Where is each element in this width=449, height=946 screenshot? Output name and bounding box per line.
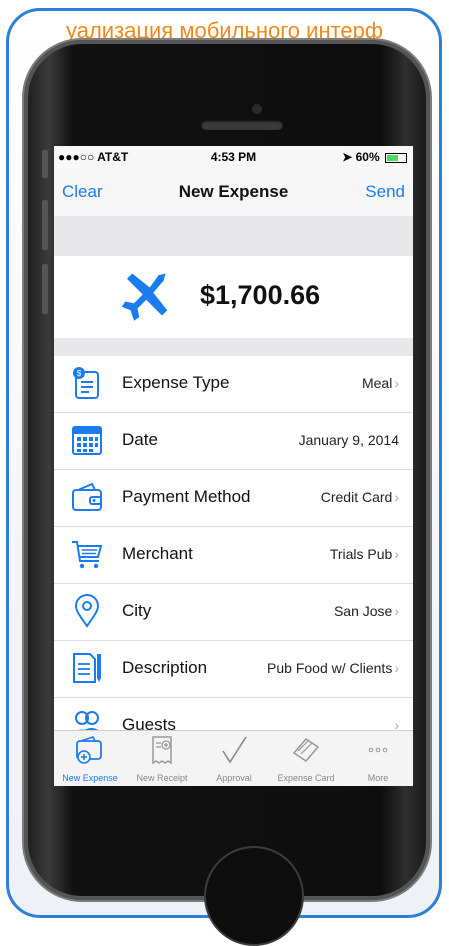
chevron-right-icon: › [394,489,399,505]
front-camera [252,104,262,114]
section-separator [54,338,413,356]
chevron-right-icon: › [394,603,399,619]
phone-screen: ●●●○○ AT&T 4:53 PM ➤ 60% Clear New Expen… [54,146,413,786]
row-value: Meal › [362,375,399,391]
battery-indicator: ➤ 60% [342,150,407,164]
row-payment-method[interactable]: Payment Method Credit Card › [54,470,413,527]
row-value: Credit Card › [321,489,399,505]
document-icon [73,653,101,683]
mute-switch [42,150,48,178]
tab-approval[interactable]: Approval [198,731,270,786]
cart-icon [72,541,103,569]
row-city[interactable]: City San Jose › [54,584,413,641]
location-pin-icon [74,594,100,628]
earpiece-speaker [201,120,283,130]
row-value: San Jose › [334,603,399,619]
send-button[interactable]: Send [365,182,405,202]
chevron-right-icon: › [394,546,399,562]
row-expense-type[interactable]: $ Expense Type Meal › [54,356,413,413]
wallet-icon [72,482,102,511]
section-separator [54,216,413,256]
row-label: City [122,601,152,620]
row-value: Trials Pub › [330,546,399,562]
battery-icon [385,152,407,163]
row-value-text: Trials Pub [329,546,393,562]
tab-label: More [367,773,389,783]
checkmark-icon [222,736,247,764]
more-icon [368,747,388,753]
row-label: Date [122,430,158,449]
page-title: New Expense [178,182,289,201]
tab-label: New Receipt [136,773,188,783]
svg-text:$: $ [77,369,82,378]
amount-row[interactable]: $1,700.66 [54,256,413,338]
wallet-add-icon [76,736,102,764]
airplane-icon [121,273,168,321]
row-label: Payment Method [122,487,251,506]
tab-more[interactable]: More [342,731,413,786]
tab-label: New Expense [62,773,118,783]
tab-new-receipt[interactable]: New Receipt [126,731,198,786]
tab-label: Approval [216,773,252,783]
receipt-add-icon [152,736,172,765]
volume-up-button [42,200,48,250]
home-button[interactable] [204,846,304,946]
card-icon [292,738,320,762]
expense-type-icon: $ [73,367,99,399]
row-label: Merchant [122,544,193,563]
tab-label: Expense Card [277,773,335,783]
status-bar: ●●●○○ AT&T 4:53 PM ➤ 60% [54,146,413,168]
tab-bar: New Expense New Receipt Approval Expense… [54,730,413,786]
chevron-right-icon: › [394,660,399,676]
row-value-text: San Jose [333,603,393,619]
row-value-text: Credit Card [320,489,393,505]
calendar-icon [72,426,102,455]
row-value: Pub Food w/ Clients › [267,660,399,676]
tab-new-expense[interactable]: New Expense [54,731,126,786]
row-description[interactable]: Description Pub Food w/ Clients › [54,641,413,698]
row-value-text: Meal [361,375,393,391]
row-value: January 9, 2014 [298,432,399,448]
row-label: Expense Type [122,373,230,392]
row-label: Description [122,658,208,677]
battery-percent: 60% [355,150,380,164]
chevron-right-icon: › [394,375,399,391]
nav-bar: Clear New Expense Send [54,168,413,216]
row-date[interactable]: Date January 9, 2014 [54,413,413,470]
expense-amount: $1,700.66 [200,280,321,310]
location-arrow-icon: ➤ [342,150,353,164]
volume-down-button [42,264,48,314]
tab-expense-card[interactable]: Expense Card [270,731,342,786]
row-value-text: Pub Food w/ Clients [267,660,393,676]
row-merchant[interactable]: Merchant Trials Pub › [54,527,413,584]
expense-fields-list: $ Expense Type Meal › Date January 9, 201… [54,356,413,755]
